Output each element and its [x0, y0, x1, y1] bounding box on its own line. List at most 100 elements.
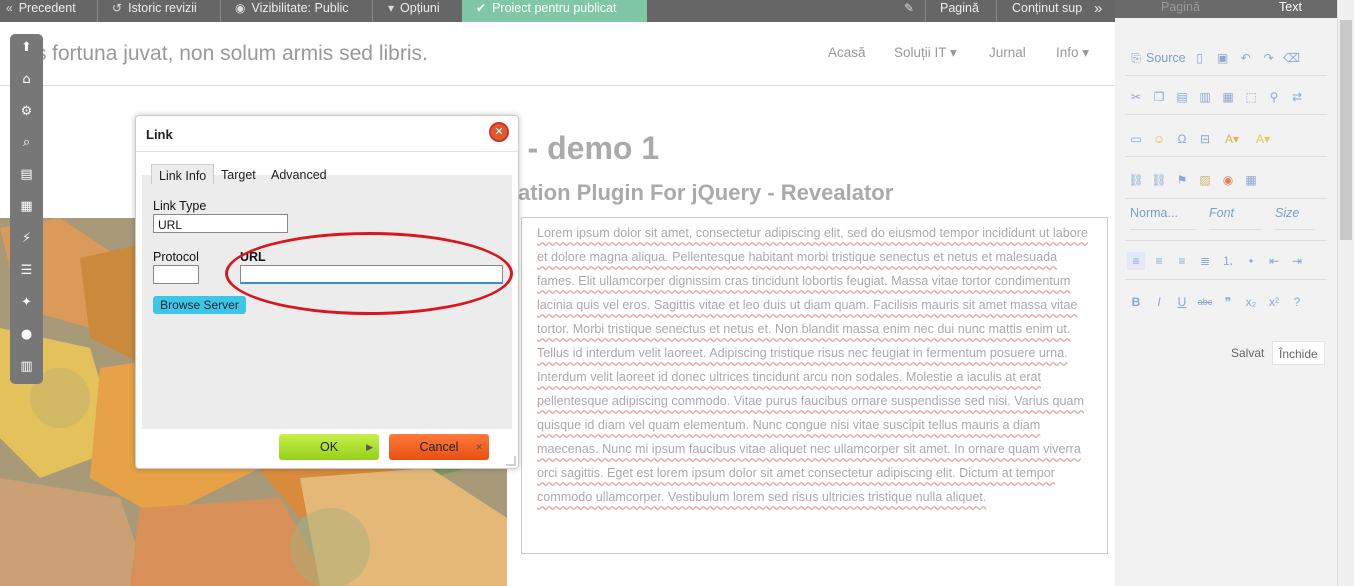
cut-icon[interactable]: ✂ — [1127, 88, 1145, 106]
help-icon[interactable]: ? — [1288, 293, 1306, 311]
close-icon[interactable]: ✕ — [489, 122, 509, 142]
superscript-icon[interactable]: x² — [1265, 293, 1283, 311]
tab-link-info[interactable]: Link Info — [151, 164, 215, 184]
table-icon[interactable]: ▦ — [1242, 171, 1260, 189]
history-icon: ↺ — [112, 1, 123, 15]
browse-server-button[interactable]: Browse Server — [153, 296, 246, 314]
protocol-select[interactable] — [153, 265, 199, 284]
paste-text-icon[interactable]: ▥ — [1196, 88, 1214, 106]
indent-icon[interactable]: ⇥ — [1288, 252, 1306, 270]
edit-icon[interactable]: ✎ — [904, 0, 914, 22]
home-icon[interactable]: ⌂ — [10, 72, 43, 87]
align-right-icon[interactable]: ≡ — [1173, 252, 1191, 270]
prev-button[interactable]: « Precedent — [6, 0, 76, 22]
panel-tabs: Pagină Text — [1115, 0, 1337, 18]
special-char-icon[interactable]: Ω — [1173, 130, 1191, 148]
align-center-icon[interactable]: ≡ — [1150, 252, 1168, 270]
bold-icon[interactable]: B — [1127, 293, 1145, 311]
bullet-list-icon[interactable]: • — [1242, 252, 1260, 270]
justify-icon[interactable]: ≣ — [1196, 252, 1214, 270]
page-break-icon[interactable]: ⊟ — [1196, 130, 1214, 148]
double-chevron-right-icon[interactable]: » — [1094, 0, 1102, 22]
tab-page[interactable]: Pagină — [1161, 0, 1200, 14]
history-button[interactable]: ↺ Istoric revizii — [112, 0, 197, 22]
undo-icon[interactable]: ↶ — [1237, 49, 1255, 67]
body-text[interactable]: Lorem ipsum dolor sit amet, consectetur … — [521, 217, 1108, 554]
format-select[interactable]: Norma... — [1130, 206, 1196, 230]
scrollbar[interactable] — [1337, 0, 1354, 586]
flash-icon[interactable]: ◉ — [1219, 171, 1237, 189]
anchor-flag-icon[interactable]: ⚑ — [1173, 171, 1191, 189]
outdent-icon[interactable]: ⇤ — [1265, 252, 1283, 270]
pin-icon[interactable]: ⬆ — [10, 40, 43, 55]
dialog-title: Link — [146, 127, 173, 142]
nav-info[interactable]: Info ▾ — [1056, 45, 1089, 61]
cancel-button[interactable]: Cancel ✕ — [389, 434, 489, 460]
unlink-icon[interactable]: ⛓ — [1150, 171, 1168, 189]
tab-text[interactable]: Text — [1279, 0, 1302, 14]
gear-icon[interactable]: ⚙ — [10, 104, 43, 119]
paste-icon[interactable]: ▤ — [1173, 88, 1191, 106]
find-icon[interactable]: ⚲ — [1265, 88, 1283, 106]
divider — [925, 0, 926, 22]
text-color-icon[interactable]: A▾ — [1219, 130, 1245, 148]
link-type-label: Link Type — [153, 199, 207, 213]
italic-icon[interactable]: I — [1150, 293, 1168, 311]
redo-icon[interactable]: ↷ — [1260, 49, 1278, 67]
quote-icon[interactable]: ❞ — [1219, 293, 1237, 311]
paste-word-icon[interactable]: ▦ — [1219, 88, 1237, 106]
select-all-icon[interactable]: ⬚ — [1242, 88, 1260, 106]
link-type-select[interactable]: URL — [153, 214, 288, 233]
source-button[interactable]: Source — [1146, 51, 1186, 65]
close-button[interactable]: Închide — [1272, 341, 1325, 365]
bg-color-icon[interactable]: A▾ — [1250, 130, 1276, 148]
sliders-icon[interactable]: ☰ — [10, 263, 43, 278]
nav-journal[interactable]: Jurnal — [989, 45, 1026, 60]
annotation-circle — [225, 232, 513, 315]
preview-icon[interactable]: ▣ — [1214, 49, 1232, 67]
options-button[interactable]: ▾ Opțiuni — [388, 0, 440, 22]
site-tagline: sfortuna juvat, non solum armis sed libr… — [36, 42, 428, 65]
font-select[interactable]: Font — [1209, 206, 1261, 230]
nav-it-solutions[interactable]: Soluții IT ▾ — [894, 45, 957, 61]
scrollbar-thumb[interactable] — [1340, 20, 1352, 240]
eraser-icon[interactable]: ⌫ — [1283, 49, 1301, 67]
divider — [97, 0, 98, 22]
content-button[interactable]: Conținut sup — [1012, 0, 1082, 22]
search-icon[interactable]: ⌕ — [10, 135, 43, 150]
copy-icon[interactable]: ❐ — [1150, 88, 1168, 106]
underline-icon[interactable]: U — [1173, 293, 1191, 311]
visibility-button[interactable]: ◉ Vizibilitate: Public — [235, 0, 349, 22]
subscript-icon[interactable]: x₂ — [1242, 293, 1260, 311]
page-button[interactable]: Pagină — [940, 0, 979, 22]
page-title: t - demo 1 — [508, 130, 660, 166]
wrench-icon[interactable]: ✦ — [10, 295, 43, 310]
horizontal-line-icon[interactable]: ▭ — [1127, 130, 1145, 148]
link-icon[interactable]: ⛓ — [1127, 171, 1145, 189]
align-left-icon[interactable]: ≡ — [1127, 252, 1145, 270]
toolbar-row-4: ⛓ ⛓ ⚑ ▨ ◉ ▦ — [1127, 167, 1260, 193]
replace-icon[interactable]: ⇄ — [1288, 88, 1306, 106]
tab-target[interactable]: Target — [214, 164, 263, 184]
plug-icon[interactable]: ⚡ — [10, 231, 43, 246]
protocol-label: Protocol — [153, 250, 199, 264]
resize-grip-icon[interactable] — [506, 456, 516, 466]
divider — [220, 0, 221, 22]
publish-button[interactable]: ✔ Proiect pentru publicat — [462, 0, 647, 22]
size-select[interactable]: Size — [1275, 206, 1315, 230]
new-page-icon[interactable]: ▯ — [1191, 49, 1209, 67]
strikethrough-icon[interactable]: abc — [1196, 293, 1214, 311]
numbered-list-icon[interactable]: ⒈ — [1219, 252, 1237, 270]
source-icon[interactable]: ⎘ — [1127, 49, 1145, 67]
page-subtitle: ation Plugin For jQuery - Revealator — [518, 180, 894, 205]
smiley-icon[interactable]: ☺ — [1150, 130, 1168, 148]
tab-advanced[interactable]: Advanced — [264, 164, 334, 184]
nav-home[interactable]: Acasă — [828, 45, 866, 60]
image-icon[interactable]: ▨ — [1196, 171, 1214, 189]
document-icon[interactable]: ▤ — [10, 167, 43, 182]
user-icon[interactable]: ● — [10, 327, 43, 342]
grid-icon[interactable]: ▦ — [10, 199, 43, 214]
bar-chart-icon[interactable]: ▥ — [10, 359, 43, 374]
toolbar-row-1: ⎘ Source ▯ ▣ ↶ ↷ ⌫ — [1127, 45, 1301, 71]
ok-button[interactable]: OK ▶ — [279, 434, 379, 460]
